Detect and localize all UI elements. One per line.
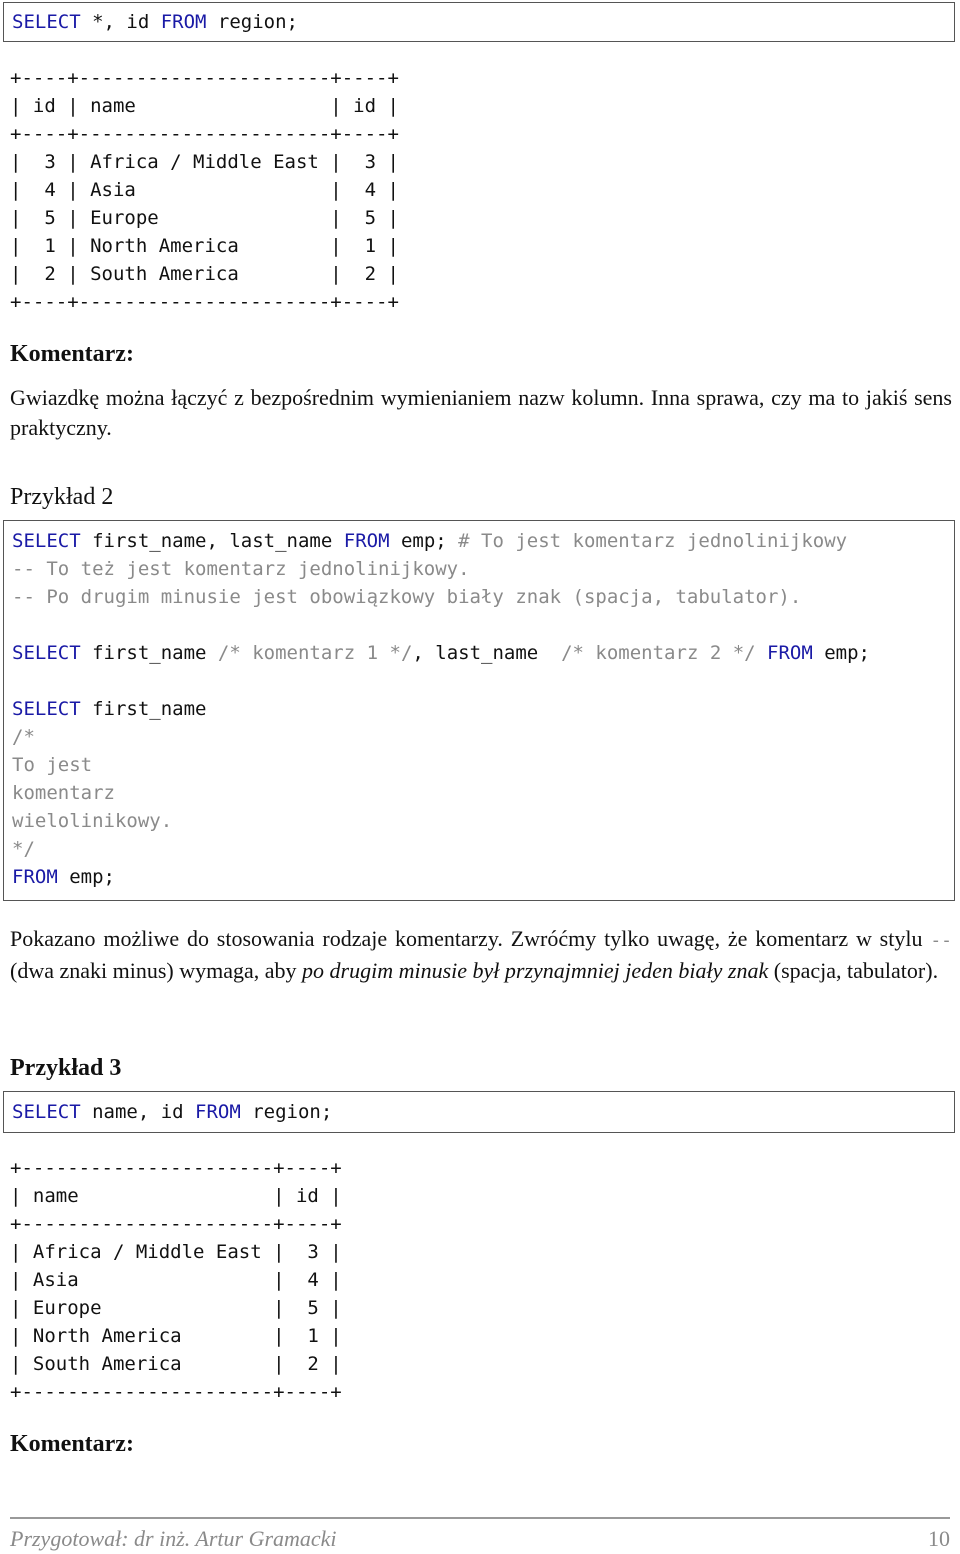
table-row: | 1 | North America | 1 | xyxy=(10,235,399,257)
code-text: first_name, last_name xyxy=(80,530,344,552)
table-row: | Asia | 4 | xyxy=(10,1269,342,1291)
keyword: FROM xyxy=(195,1101,241,1123)
code-text: emp; xyxy=(57,866,115,888)
code-line: SELECT first_name /* komentarz 1 */, las… xyxy=(12,639,870,667)
footer-divider xyxy=(10,1517,950,1519)
query-box-example-1: SELECT *, id FROM region; xyxy=(3,2,955,42)
code-comment: -- To też jest komentarz jednolinijkowy. xyxy=(12,558,470,580)
table-row: | 4 | Asia | 4 | xyxy=(10,179,399,201)
code-text: region; xyxy=(240,1101,333,1123)
comment-heading: Komentarz: xyxy=(10,341,134,367)
comment-heading: Komentarz: xyxy=(10,1431,134,1457)
page-number: 10 xyxy=(928,1526,950,1551)
keyword: SELECT xyxy=(12,11,81,33)
code-comment: /* xyxy=(12,726,35,748)
table-header: | name | id | xyxy=(10,1185,342,1207)
example-heading: Przykład 2 xyxy=(10,484,114,510)
table-row: | North America | 1 | xyxy=(10,1325,342,1347)
footer-author: Przygotował: dr inż. Artur Gramacki xyxy=(10,1526,337,1551)
code-comment: -- Po drugim minusie jest obowiązkowy bi… xyxy=(12,586,802,608)
query-line: SELECT *, id FROM region; xyxy=(12,8,298,36)
code-line: SELECT first_name, last_name FROM emp; #… xyxy=(12,527,847,555)
table-border: +----+----------------------+----+ xyxy=(10,291,399,313)
table-border: +----+----------------------+----+ xyxy=(10,67,399,89)
table-row: | Europe | 5 | xyxy=(10,1297,342,1319)
text: (spacja, tabulator). xyxy=(768,958,939,983)
code-comment: */ xyxy=(12,838,35,860)
example-heading: Przykład 3 xyxy=(10,1055,122,1081)
code-line: SELECT first_name xyxy=(12,695,206,723)
code-text: emp; xyxy=(812,642,870,664)
table-row: | Africa / Middle East | 3 | xyxy=(10,1241,342,1263)
keyword: FROM xyxy=(12,866,58,888)
code-text: *, id xyxy=(80,11,161,33)
code-text: first_name xyxy=(80,698,207,720)
code-text: region; xyxy=(206,11,298,33)
text: Pokazano możliwe do stosowania rodzaje k… xyxy=(10,926,931,951)
dashes-code: -- xyxy=(930,930,952,951)
query-line: SELECT name, id FROM region; xyxy=(12,1098,332,1126)
keyword: FROM xyxy=(343,530,390,552)
code-box-example-2: SELECT first_name, last_name FROM emp; #… xyxy=(3,520,955,901)
keyword: FROM xyxy=(767,642,813,664)
table-row: | South America | 2 | xyxy=(10,1353,342,1375)
code-comment: wielolinikowy. xyxy=(12,810,173,832)
table-border: +----------------------+----+ xyxy=(10,1213,342,1235)
table-border: +----------------------+----+ xyxy=(10,1157,342,1179)
table-row: | 2 | South America | 2 | xyxy=(10,263,399,285)
keyword: SELECT xyxy=(12,642,81,664)
code-text: emp; xyxy=(389,530,459,552)
table-row: | 5 | Europe | 5 | xyxy=(10,207,399,229)
code-comment: To jest xyxy=(12,754,93,776)
code-text: name, id xyxy=(80,1101,196,1123)
table-border: +----+----------------------+----+ xyxy=(10,123,399,145)
code-line: FROM emp; xyxy=(12,863,115,891)
table-row: | 3 | Africa / Middle East | 3 | xyxy=(10,151,399,173)
keyword: FROM xyxy=(160,11,207,33)
comment-text: Gwiazdkę można łączyć z bezpośrednim wym… xyxy=(10,385,952,440)
code-comment: /* komentarz 1 */ xyxy=(217,642,413,664)
table-border: +----------------------+----+ xyxy=(10,1381,342,1403)
query-box-example-3: SELECT name, id FROM region; xyxy=(3,1091,955,1133)
code-comment: # To jest komentarz jednolinijkowy xyxy=(458,530,848,552)
code-text: first_name xyxy=(80,642,218,664)
code-comment: komentarz xyxy=(12,782,115,804)
text: (dwa znaki minus) wymaga, aby xyxy=(10,958,303,983)
keyword: SELECT xyxy=(12,1101,81,1123)
keyword: SELECT xyxy=(12,698,81,720)
explanation-text: Pokazano możliwe do stosowania rodzaje k… xyxy=(10,924,952,986)
table-header: | id | name | id | xyxy=(10,95,399,117)
code-comment: /* komentarz 2 */ xyxy=(561,642,756,664)
keyword: SELECT xyxy=(12,530,81,552)
emphasis-text: po drugim minusie był przynajmniej jeden… xyxy=(302,958,769,983)
code-text: , last_name xyxy=(412,642,562,664)
